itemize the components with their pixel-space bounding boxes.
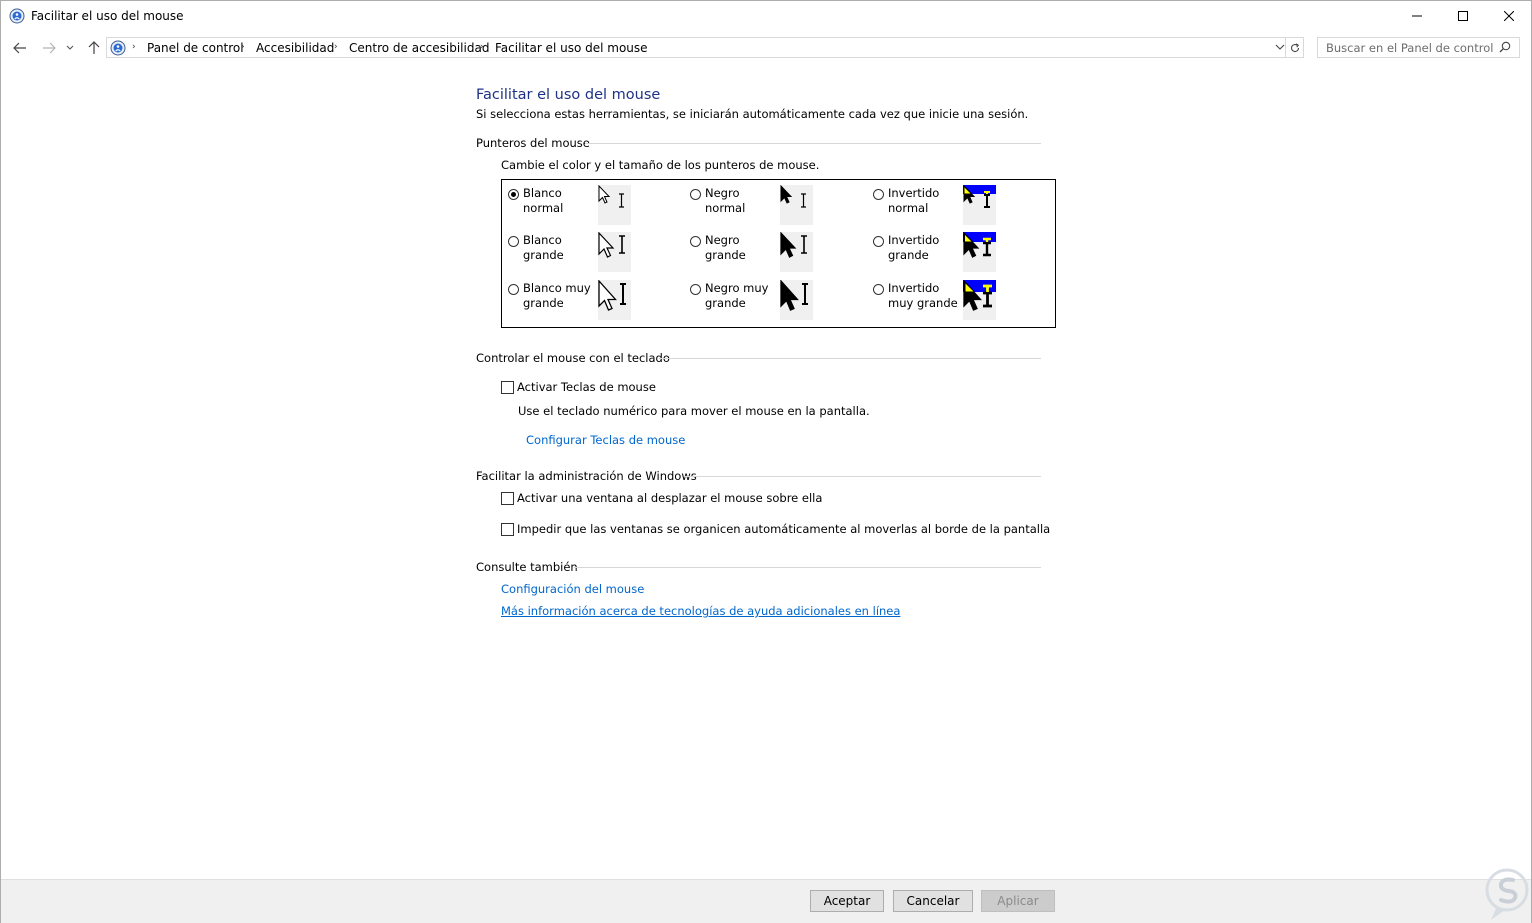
section-divider [574, 567, 1041, 568]
breadcrumb-accesibilidad[interactable]: Accesibilidad [256, 41, 334, 55]
mouse-keys-checkbox[interactable] [501, 381, 514, 394]
ok-button[interactable]: Aceptar [810, 890, 884, 912]
scheme-option-blanco-normal[interactable]: Blanco normal [502, 181, 682, 225]
breadcrumb-separator: › [241, 42, 245, 52]
page-subtitle: Si selecciona estas herramientas, se ini… [476, 107, 1029, 121]
close-button[interactable] [1486, 1, 1532, 31]
section-divider [659, 358, 1041, 359]
pointer-preview-inverted-large [963, 231, 996, 272]
assistive-tech-info-link[interactable]: Más información acerca de tecnologías de… [501, 604, 900, 618]
dialog-button-bar [1, 879, 1531, 923]
window-border [0, 0, 1532, 923]
scheme-radio[interactable] [690, 284, 701, 295]
scheme-radio[interactable] [873, 236, 884, 247]
apply-button[interactable]: Aplicar [981, 890, 1055, 912]
window-title: Facilitar el uso del mouse [31, 9, 184, 23]
prevent-snap-checkbox[interactable] [501, 523, 514, 536]
minimize-icon [1412, 15, 1422, 17]
breadcrumb-separator: › [334, 42, 338, 52]
back-button[interactable] [10, 38, 30, 58]
pointer-preview-inverted-xlarge [963, 279, 996, 320]
pointer-scheme-group: Blanco normal Negro normal Invertido nor… [501, 179, 1056, 328]
scheme-label: Negro normal [705, 186, 746, 215]
maximize-button[interactable] [1440, 1, 1486, 31]
up-button[interactable] [84, 38, 104, 58]
configure-mouse-keys-link[interactable]: Configurar Teclas de mouse [526, 433, 685, 447]
breadcrumb-current[interactable]: Facilitar el uso del mouse [495, 41, 648, 55]
refresh-icon [1290, 42, 1299, 52]
refresh-button[interactable] [1285, 38, 1303, 57]
pointer-preview-black-large [780, 231, 813, 272]
search-input[interactable] [1319, 39, 1502, 56]
mouse-settings-link[interactable]: Configuración del mouse [501, 582, 644, 596]
section-heading-pointers: Punteros del mouse [476, 136, 590, 150]
search-box[interactable] [1317, 37, 1520, 58]
mouse-keys-description: Use el teclado numérico para mover el mo… [518, 404, 870, 418]
scheme-option-negro-grande[interactable]: Negro grande [684, 228, 864, 272]
breadcrumb-centro-de-accesibilidad[interactable]: Centro de accesibilidad [349, 41, 489, 55]
section-heading-windows: Facilitar la administración de Windows [476, 469, 697, 483]
page-title: Facilitar el uso del mouse [476, 87, 661, 103]
breadcrumb-separator: › [480, 42, 484, 52]
control-panel-icon [9, 8, 25, 24]
section-heading-keyboard: Controlar el mouse con el teclado [476, 351, 670, 365]
scheme-label: Blanco muy grande [523, 281, 591, 310]
scheme-option-invertido-muy-grande[interactable]: Invertido muy grande [867, 276, 1047, 320]
scheme-label: Negro grande [705, 233, 746, 262]
chevron-down-icon[interactable] [1275, 41, 1285, 53]
breadcrumb-separator: › [132, 42, 136, 52]
chevron-down-icon [66, 45, 74, 50]
scheme-option-negro-normal[interactable]: Negro normal [684, 181, 864, 225]
pointer-preview-white-large [598, 231, 631, 272]
scheme-label: Invertido grande [888, 233, 940, 262]
arrow-left-icon [13, 42, 26, 54]
prevent-snap-label[interactable]: Impedir que las ventanas se organicen au… [517, 522, 1050, 536]
pointer-preview-black-normal [780, 184, 813, 225]
search-icon[interactable] [1499, 41, 1511, 53]
minimize-button[interactable] [1394, 1, 1440, 31]
cancel-button[interactable]: Cancelar [893, 890, 973, 912]
scheme-option-invertido-normal[interactable]: Invertido normal [867, 181, 1047, 225]
scheme-label: Negro muy grande [705, 281, 769, 310]
scheme-radio[interactable] [873, 284, 884, 295]
pointer-preview-black-xlarge [780, 279, 813, 320]
recent-locations-button[interactable] [63, 38, 77, 58]
scheme-radio[interactable] [690, 236, 701, 247]
section-divider [585, 143, 1041, 144]
control-panel-icon [110, 40, 126, 56]
section-heading-see-also: Consulte también [476, 560, 578, 574]
scheme-radio[interactable] [873, 189, 884, 200]
scheme-option-blanco-grande[interactable]: Blanco grande [502, 228, 682, 272]
address-bar[interactable]: › Panel de control › Accesibilidad › Cen… [106, 37, 1304, 58]
forward-button[interactable] [39, 38, 59, 58]
hover-activate-label[interactable]: Activar una ventana al desplazar el mous… [517, 491, 822, 505]
section-divider [684, 476, 1041, 477]
scheme-label: Invertido muy grande [888, 281, 958, 310]
scheme-label: Blanco grande [523, 233, 564, 262]
pointer-preview-inverted-normal [963, 184, 996, 225]
watermark-logo [1485, 868, 1529, 920]
scheme-radio[interactable] [508, 284, 519, 295]
pointer-preview-white-xlarge [598, 279, 631, 320]
arrow-right-icon [43, 42, 56, 54]
scheme-option-blanco-muy-grande[interactable]: Blanco muy grande [502, 276, 682, 320]
scheme-option-negro-muy-grande[interactable]: Negro muy grande [684, 276, 864, 320]
scheme-option-invertido-grande[interactable]: Invertido grande [867, 228, 1047, 272]
close-icon [1504, 11, 1514, 21]
pointers-description: Cambie el color y el tamaño de los punte… [501, 158, 820, 172]
pointer-preview-white-normal [598, 184, 631, 225]
maximize-icon [1458, 11, 1468, 21]
scheme-radio[interactable] [508, 189, 519, 200]
scheme-radio[interactable] [508, 236, 519, 247]
hover-activate-checkbox[interactable] [501, 492, 514, 505]
breadcrumb-panel-de-control[interactable]: Panel de control [147, 41, 244, 55]
arrow-up-icon [88, 41, 100, 54]
title-bar: Facilitar el uso del mouse [1, 1, 1531, 31]
scheme-label: Invertido normal [888, 186, 940, 215]
scheme-radio[interactable] [690, 189, 701, 200]
scheme-label: Blanco normal [523, 186, 564, 215]
mouse-keys-label[interactable]: Activar Teclas de mouse [517, 380, 656, 394]
